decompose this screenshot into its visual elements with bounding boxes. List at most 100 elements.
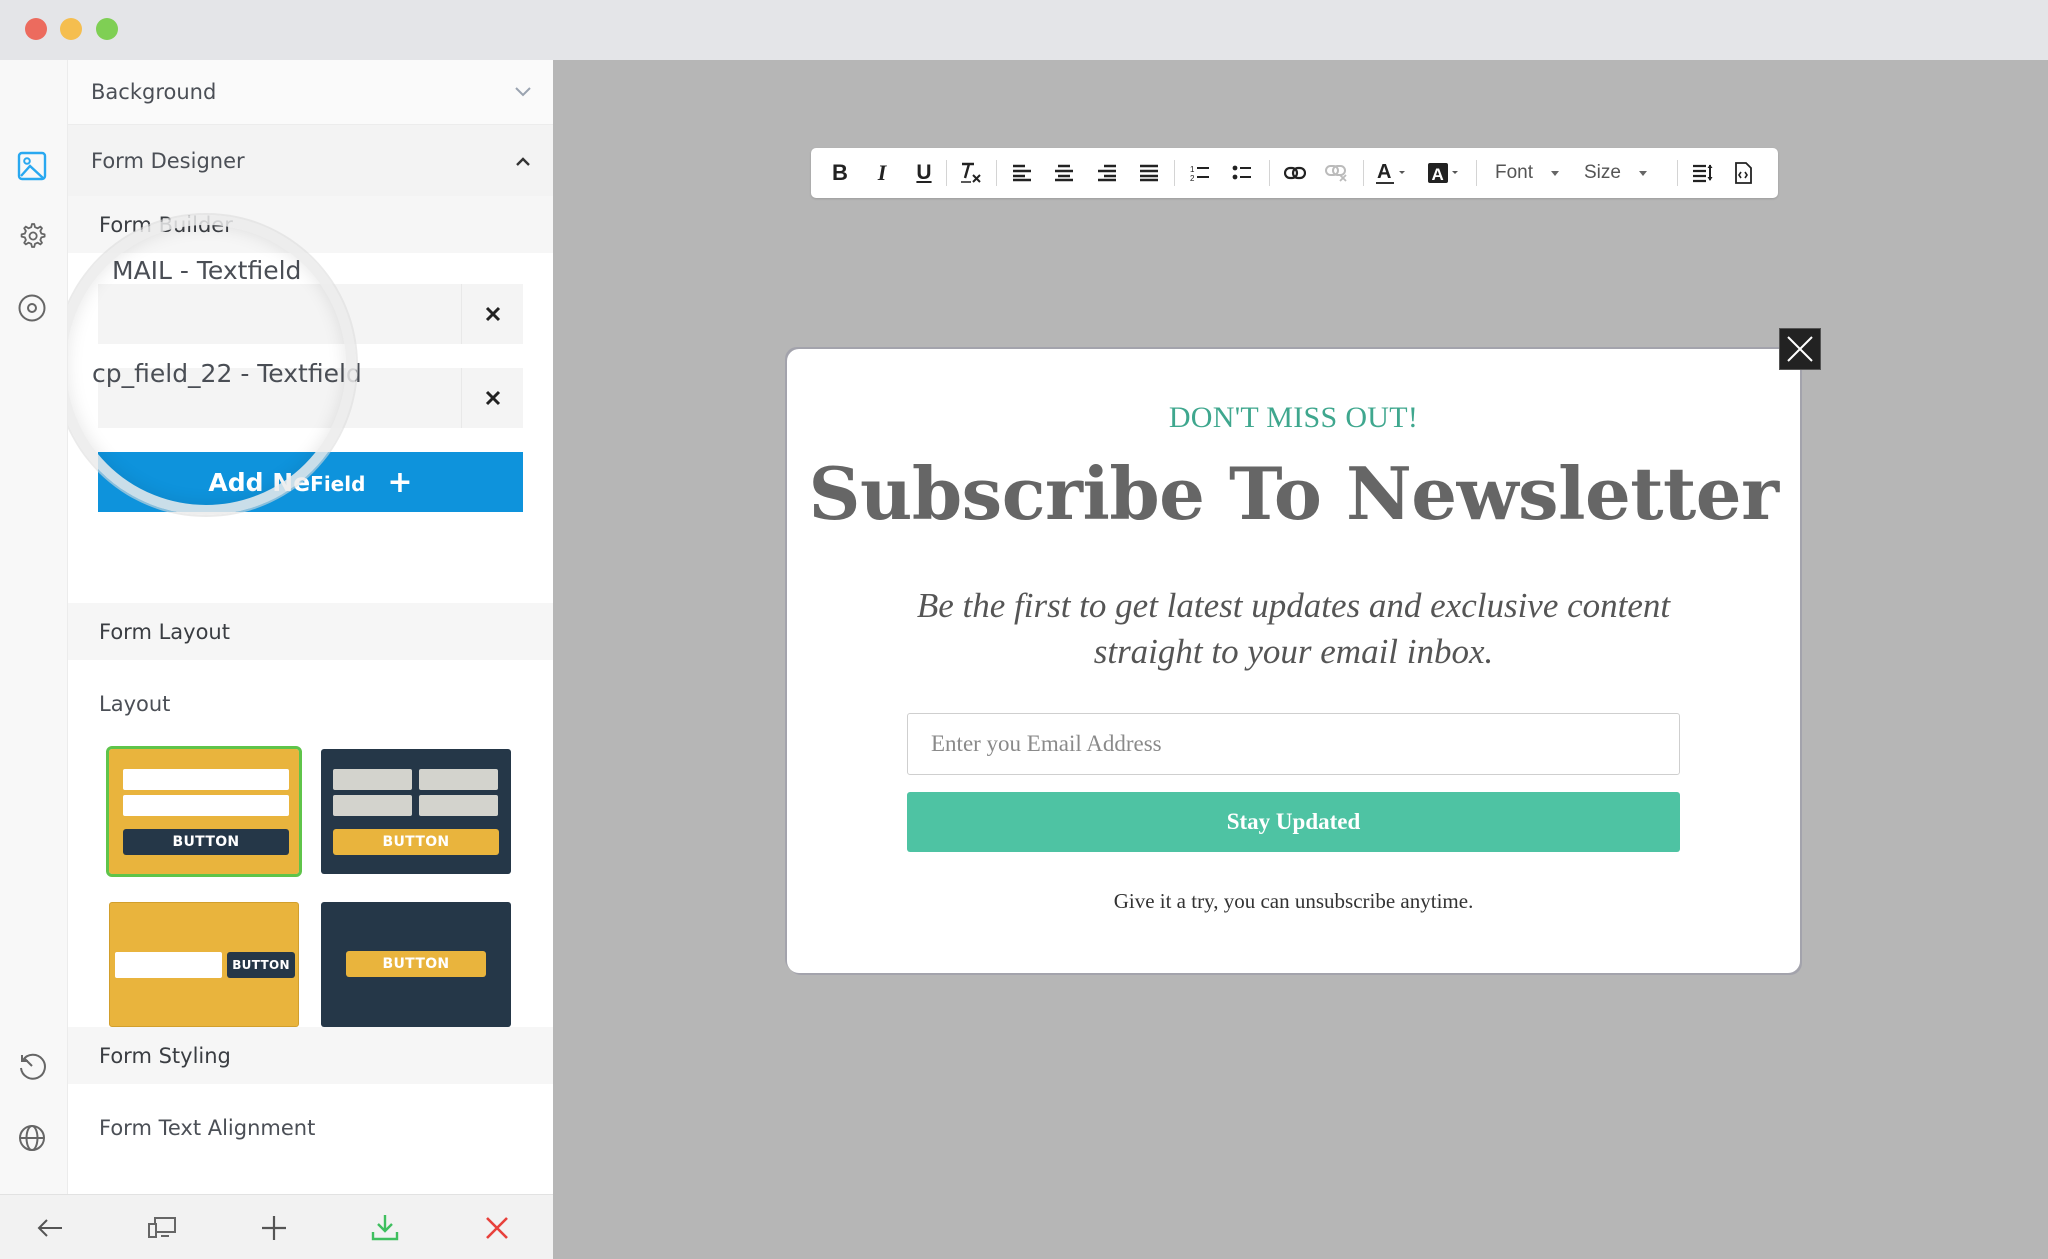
plus-icon <box>262 1216 286 1240</box>
layout-button-preview: BUTTON <box>123 829 289 855</box>
accordion-form-designer-label: Form Designer <box>91 148 245 173</box>
layout-option-button-only[interactable]: BUTTON <box>321 902 511 1027</box>
close-icon <box>1787 336 1813 362</box>
window-maximize-button[interactable] <box>96 18 118 40</box>
responsive-preview-button[interactable] <box>145 1211 179 1245</box>
font-dropdown-label: Font <box>1495 162 1534 183</box>
underline-icon: U <box>916 161 932 184</box>
align-justify-icon <box>1140 164 1158 182</box>
back-button[interactable] <box>33 1211 67 1245</box>
popup-subtitle[interactable]: Be the first to get latest updates and e… <box>867 583 1720 675</box>
history-button[interactable] <box>16 1050 48 1082</box>
bulleted-list-button[interactable] <box>1227 158 1257 188</box>
bottom-action-bar <box>0 1194 553 1259</box>
save-download-button[interactable] <box>368 1211 402 1245</box>
add-button[interactable] <box>257 1211 291 1245</box>
align-right-button[interactable] <box>1092 158 1122 188</box>
accordion-background[interactable]: Background <box>68 60 553 125</box>
stay-updated-button[interactable]: Stay Updated <box>907 792 1680 852</box>
download-icon <box>371 1215 399 1241</box>
history-icon <box>20 1053 46 1080</box>
field-label-email: MAIL - Textfield <box>112 256 302 285</box>
field-row-email[interactable] <box>98 284 523 344</box>
layout-button-preview: BUTTON <box>227 952 295 978</box>
align-center-button[interactable] <box>1049 158 1079 188</box>
layout-option-inline[interactable]: BUTTON <box>109 902 299 1027</box>
form-styling-label: Form Styling <box>99 1043 231 1068</box>
close-icon <box>485 390 500 406</box>
accordion-background-label: Background <box>91 80 217 104</box>
font-size-dropdown[interactable]: Size <box>1584 158 1647 188</box>
image-icon <box>17 151 47 181</box>
text-color-icon: A <box>1376 161 1405 184</box>
section-form-styling[interactable]: Form Styling <box>68 1027 553 1084</box>
italic-icon: I <box>877 160 887 185</box>
align-center-icon <box>1055 164 1073 182</box>
code-file-icon <box>1735 162 1752 184</box>
align-justify-button[interactable] <box>1134 158 1164 188</box>
globe-button[interactable] <box>16 1122 48 1154</box>
devices-icon <box>148 1217 176 1238</box>
insert-link-button[interactable] <box>1280 158 1310 188</box>
text-color-button[interactable]: A <box>1374 158 1414 188</box>
window-minimize-button[interactable] <box>60 18 82 40</box>
link-icon <box>1284 166 1306 180</box>
popup-kicker[interactable]: DON'T MISS OUT! <box>787 401 1800 435</box>
chevron-down-icon <box>515 87 531 97</box>
svg-text:2: 2 <box>1190 174 1195 182</box>
design-tab-button[interactable] <box>16 150 48 182</box>
bold-button[interactable]: B <box>825 158 855 188</box>
form-layout-label: Form Layout <box>99 619 230 644</box>
background-color-icon: A <box>1428 163 1458 184</box>
newsletter-popup: DON'T MISS OUT! Subscribe To Newsletter … <box>787 349 1800 973</box>
size-dropdown-label: Size <box>1584 162 1621 183</box>
font-family-dropdown[interactable]: Font <box>1495 158 1560 188</box>
popup-note[interactable]: Give it a try, you can unsubscribe anyti… <box>787 889 1800 914</box>
remove-link-button[interactable] <box>1322 158 1352 188</box>
add-new-field-label: Add NeField <box>208 467 366 497</box>
background-color-button[interactable]: A <box>1426 158 1466 188</box>
remove-field-button[interactable] <box>461 284 523 344</box>
add-new-field-button[interactable]: Add NeField + <box>98 452 523 512</box>
clear-format-button[interactable] <box>953 158 987 188</box>
line-height-icon <box>1693 164 1713 183</box>
layout-button-preview: BUTTON <box>346 951 486 977</box>
settings-panel: Background Form Designer Form Builder MA… <box>68 60 553 1194</box>
rich-text-toolbar: B I U 12 A A Font Size <box>811 148 1778 198</box>
popup-title[interactable]: Subscribe To Newsletter <box>787 451 1800 536</box>
close-icon <box>485 306 500 322</box>
svg-text:1: 1 <box>1190 165 1195 174</box>
field-label-cp-field-22: cp_field_22 - Textfield <box>92 359 362 388</box>
caret-down-icon <box>1551 170 1560 176</box>
window-close-button[interactable] <box>25 18 47 40</box>
layout-label: Layout <box>99 692 171 716</box>
form-text-alignment-label[interactable]: Form Text Alignment <box>99 1116 315 1140</box>
underline-button[interactable]: U <box>909 158 939 188</box>
align-left-button[interactable] <box>1007 158 1037 188</box>
settings-tab-button[interactable] <box>16 220 48 252</box>
remove-field-button[interactable] <box>461 368 523 428</box>
clear-format-icon <box>961 162 981 183</box>
source-code-button[interactable] <box>1728 158 1758 188</box>
globe-icon <box>19 1125 45 1151</box>
popup-close-button[interactable] <box>1779 328 1821 370</box>
close-editor-button[interactable] <box>480 1211 514 1245</box>
line-height-button[interactable] <box>1688 158 1718 188</box>
align-right-icon <box>1098 164 1116 182</box>
section-form-layout: Form Layout <box>68 603 553 660</box>
email-input[interactable] <box>907 713 1680 775</box>
plus-icon: + <box>387 464 413 500</box>
window-titlebar <box>0 0 2048 60</box>
layout-option-stacked[interactable]: BUTTON <box>106 746 302 877</box>
accordion-form-designer[interactable]: Form Designer <box>68 125 553 196</box>
form-builder-label: Form Builder <box>99 212 233 237</box>
italic-button[interactable]: I <box>867 158 897 188</box>
numbered-list-button[interactable]: 12 <box>1185 158 1215 188</box>
unlink-icon <box>1325 165 1347 182</box>
gear-icon <box>20 223 46 248</box>
layout-option-two-column[interactable]: BUTTON <box>321 749 511 874</box>
target-tab-button[interactable] <box>16 292 48 324</box>
align-left-icon <box>1013 164 1031 182</box>
bulleted-list-icon <box>1232 165 1251 180</box>
close-icon <box>486 1217 508 1239</box>
